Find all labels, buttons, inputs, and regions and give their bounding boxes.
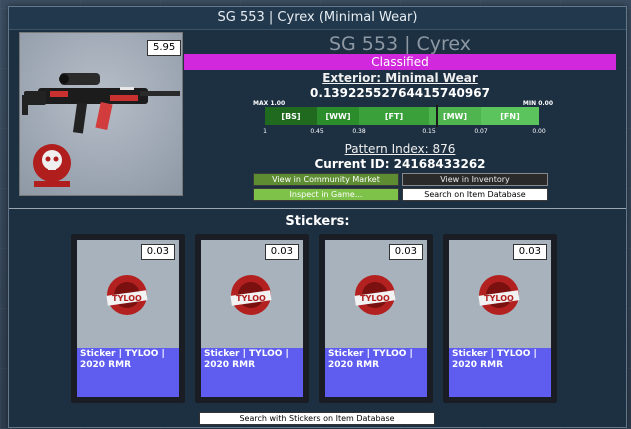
search-item-database-button[interactable]: Search on Item Database bbox=[402, 188, 548, 201]
wear-segment: [FN] bbox=[481, 107, 539, 125]
view-community-market-button[interactable]: View in Community Market bbox=[253, 173, 399, 186]
wear-tick-label: 1 bbox=[263, 128, 267, 135]
wear-segment: [BS] bbox=[265, 107, 317, 125]
wear-tick-label: 0.45 bbox=[310, 128, 324, 135]
svg-text:TYLOO: TYLOO bbox=[360, 294, 390, 303]
sticker-name: Sticker | TYLOO | 2020 RMR bbox=[325, 348, 427, 397]
wear-segment: [WW] bbox=[317, 107, 359, 125]
section-divider bbox=[9, 208, 626, 209]
sticker-image: 0.03 TYLOO Sticker | TYLOO | 2020 RMR bbox=[201, 240, 303, 397]
wear-tick-label: 0.15 bbox=[422, 128, 436, 135]
rifle-image bbox=[22, 73, 180, 187]
sticker-image: 0.03 TYLOO Sticker | TYLOO | 2020 RMR bbox=[325, 240, 427, 397]
wear-tick-label: 0.38 bbox=[352, 128, 366, 135]
wear-bar: MAX 1.00 MIN 0.00 [BS] [WW] [FT] [MW] [FN] 1… bbox=[253, 100, 553, 140]
tyloo-sticker-icon: TYLOO bbox=[354, 275, 396, 315]
sticker-name: Sticker | TYLOO | 2020 RMR bbox=[449, 348, 551, 397]
wear-segments: [BS] [WW] [FT] [MW] [FN] bbox=[265, 107, 539, 125]
sticker-image: 0.03 TYLOO Sticker | TYLOO | 2020 RMR bbox=[449, 240, 551, 397]
svg-text:TYLOO: TYLOO bbox=[112, 294, 142, 303]
wear-segment: [FT] bbox=[359, 107, 429, 125]
wear-min-label: MIN 0.00 bbox=[522, 100, 553, 107]
tyloo-sticker-icon: TYLOO bbox=[478, 275, 520, 315]
wear-ticks: 1 0.45 0.38 0.15 0.07 0.00 bbox=[263, 128, 546, 138]
tyloo-sticker-icon: TYLOO bbox=[230, 275, 272, 315]
sticker-float-badge: 0.03 bbox=[264, 244, 299, 260]
sticker-card[interactable]: 0.03 TYLOO Sticker | TYLOO | 2020 RMR bbox=[195, 234, 309, 403]
svg-text:TYLOO: TYLOO bbox=[484, 294, 514, 303]
item-inspect-panel: SG 553 | Cyrex (Minimal Wear) 5.95 SG 55… bbox=[8, 6, 627, 428]
sticker-float-badge: 0.03 bbox=[140, 244, 175, 260]
current-id: Current ID: 24168433262 bbox=[314, 157, 486, 171]
search-stickers-database-button[interactable]: Search with Stickers on Item Database bbox=[199, 412, 435, 425]
sticker-image: 0.03 TYLOO Sticker | TYLOO | 2020 RMR bbox=[77, 240, 179, 397]
float-marker bbox=[436, 105, 439, 127]
float-value: 0.13922552764415740967 bbox=[310, 86, 490, 100]
wear-tick-label: 0.00 bbox=[532, 128, 546, 135]
sticker-card[interactable]: 0.03 TYLOO Sticker | TYLOO | 2020 RMR bbox=[319, 234, 433, 403]
bloodhound-skull-icon bbox=[33, 144, 71, 187]
svg-text:TYLOO: TYLOO bbox=[236, 294, 266, 303]
sticker-name: Sticker | TYLOO | 2020 RMR bbox=[77, 348, 179, 397]
wear-tick-label: 0.07 bbox=[474, 128, 488, 135]
sticker-float-badge: 0.03 bbox=[512, 244, 547, 260]
inspect-in-game-button[interactable]: Inspect in Game... bbox=[253, 188, 399, 201]
sticker-card[interactable]: 0.03 TYLOO Sticker | TYLOO | 2020 RMR bbox=[71, 234, 185, 403]
exterior-label: Exterior: Minimal Wear bbox=[322, 71, 478, 85]
sticker-card[interactable]: 0.03 TYLOO Sticker | TYLOO | 2020 RMR bbox=[443, 234, 557, 403]
item-image: 5.95 bbox=[19, 32, 183, 196]
pattern-index: Pattern Index: 876 bbox=[344, 142, 456, 156]
sticker-name: Sticker | TYLOO | 2020 RMR bbox=[201, 348, 303, 397]
wear-max-label: MAX 1.00 bbox=[253, 100, 286, 107]
item-float-badge: 5.95 bbox=[147, 40, 182, 56]
sticker-float-badge: 0.03 bbox=[388, 244, 423, 260]
rarity-label: Classified bbox=[184, 54, 616, 70]
view-inventory-button[interactable]: View in Inventory bbox=[402, 173, 548, 186]
tyloo-sticker-icon: TYLOO bbox=[106, 275, 148, 315]
stickers-title: Stickers: bbox=[285, 214, 350, 229]
panel-title: SG 553 | Cyrex (Minimal Wear) bbox=[9, 7, 626, 30]
item-name: SG 553 | Cyrex bbox=[328, 33, 472, 55]
